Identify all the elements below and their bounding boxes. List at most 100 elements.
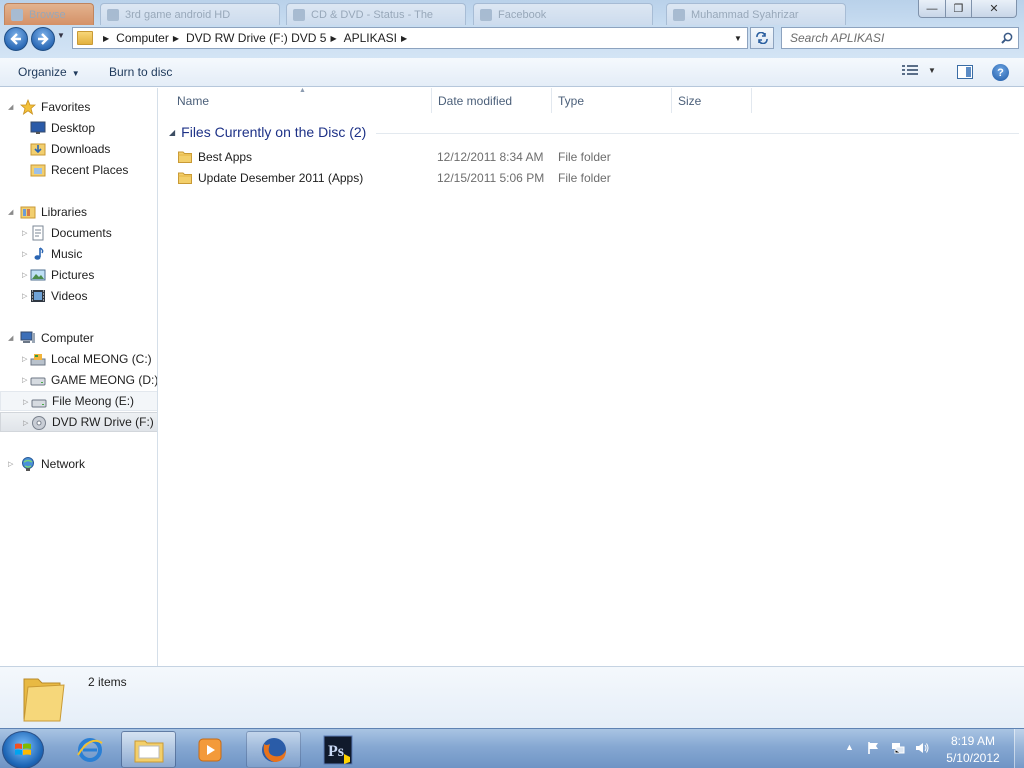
column-header-name[interactable]: ▲ Name <box>159 87 432 113</box>
expand-arrow-icon[interactable]: ▷ <box>22 271 27 279</box>
nav-computer[interactable]: ◢ Computer <box>0 328 157 348</box>
folder-icon <box>77 31 93 45</box>
forward-arrow-icon <box>38 33 49 45</box>
collapse-arrow-icon[interactable]: ◢ <box>8 334 13 342</box>
organize-button[interactable]: Organize ▼ <box>18 65 80 79</box>
expand-arrow-icon[interactable]: ▷ <box>22 250 27 258</box>
breadcrumb-arrow-icon[interactable]: ▶ <box>330 34 336 43</box>
show-hidden-icons-button[interactable]: ▲ <box>845 742 854 752</box>
column-header-size[interactable]: Size <box>672 88 752 113</box>
file-name: Update Desember 2011 (Apps) <box>198 171 364 185</box>
expand-arrow-icon[interactable]: ▷ <box>22 355 27 363</box>
taskbar-firefox[interactable] <box>246 731 301 768</box>
breadcrumb-arrow-icon[interactable]: ▶ <box>173 34 179 43</box>
tab-label: 3rd game android HD <box>125 9 231 21</box>
command-bar: Organize ▼ Burn to disc ▼ <box>0 58 1024 87</box>
sort-ascending-icon: ▲ <box>299 87 306 94</box>
address-bar[interactable]: ▶ Computer ▶ DVD RW Drive (F:) DVD 5 ▶ A… <box>72 27 748 49</box>
network-status-icon[interactable] <box>891 741 905 755</box>
taskbar-media-player[interactable] <box>182 731 237 768</box>
search-input[interactable] <box>782 31 992 45</box>
back-button[interactable] <box>4 27 28 51</box>
search-icon[interactable] <box>1001 32 1013 44</box>
firefox-icon <box>261 737 286 762</box>
expand-arrow-icon[interactable]: ▷ <box>22 229 27 237</box>
column-header-type[interactable]: Type <box>552 88 672 113</box>
volume-icon[interactable] <box>915 741 929 755</box>
nav-label: GAME MEONG (D:) <box>51 373 158 387</box>
column-label: Size <box>678 94 702 108</box>
back-arrow-icon <box>10 33 21 45</box>
nav-item-desktop[interactable]: Desktop <box>0 118 157 138</box>
close-button[interactable]: ✕ <box>971 0 1017 18</box>
nav-item-downloads[interactable]: Downloads <box>0 139 157 159</box>
drive-icon <box>31 399 47 408</box>
table-row[interactable]: Best Apps 12/12/2011 8:34 AM File folder <box>173 147 773 167</box>
action-center-flag-icon[interactable] <box>866 741 880 755</box>
nav-item-documents[interactable]: ▷ Documents <box>0 223 157 243</box>
svg-text:Ps: Ps <box>328 743 344 760</box>
nav-item-drive-c[interactable]: ▷ Local MEONG (C:) <box>0 349 157 369</box>
expand-arrow-icon[interactable]: ▷ <box>8 460 13 468</box>
details-pane: 2 items <box>0 666 1024 728</box>
preview-pane-button[interactable] <box>957 65 973 79</box>
burn-to-disc-button[interactable]: Burn to disc <box>109 65 172 79</box>
change-view-button[interactable]: ▼ <box>902 64 936 77</box>
breadcrumb-arrow-icon[interactable]: ▶ <box>103 34 109 43</box>
breadcrumb-computer[interactable]: Computer <box>116 31 169 45</box>
breadcrumb-arrow-icon[interactable]: ▶ <box>401 34 407 43</box>
expand-arrow-icon[interactable]: ▷ <box>22 376 27 384</box>
group-header[interactable]: ◢ Files Currently on the Disc (2) <box>169 124 1019 140</box>
expand-arrow-icon[interactable]: ▷ <box>23 419 28 427</box>
table-row[interactable]: Update Desember 2011 (Apps) 12/15/2011 5… <box>173 168 773 188</box>
nav-label: Music <box>51 247 83 261</box>
nav-item-drive-f[interactable]: ▷ DVD RW Drive (F:) DVD 5 <box>0 412 157 432</box>
refresh-button[interactable] <box>750 27 774 49</box>
nav-item-videos[interactable]: ▷ Videos <box>0 286 157 306</box>
background-tab: Browse <box>4 3 94 25</box>
windows-logo-icon <box>15 743 31 755</box>
column-label: Name <box>177 94 210 108</box>
nav-network[interactable]: ▷ Network <box>0 454 157 474</box>
maximize-icon: ❐ <box>953 3 964 15</box>
nav-libraries[interactable]: ◢ Libraries <box>0 202 157 222</box>
column-header-date-modified[interactable]: Date modified <box>432 88 552 113</box>
local-disk-icon <box>30 354 46 366</box>
minimize-button[interactable]: — <box>918 0 946 18</box>
forward-button[interactable] <box>31 27 55 51</box>
collapse-arrow-icon[interactable]: ◢ <box>8 103 13 111</box>
nav-item-drive-e[interactable]: ▷ File Meong (E:) <box>0 391 157 411</box>
nav-item-drive-d[interactable]: ▷ GAME MEONG (D:) <box>0 370 158 390</box>
breadcrumb-dvd-drive[interactable]: DVD RW Drive (F:) DVD 5 <box>186 31 326 45</box>
group-divider <box>376 132 1019 134</box>
column-label: Date modified <box>438 94 513 108</box>
close-icon: ✕ <box>989 3 999 15</box>
maximize-button[interactable]: ❐ <box>945 0 972 18</box>
nav-item-pictures[interactable]: ▷ Pictures <box>0 265 157 285</box>
taskbar-windows-explorer[interactable] <box>121 731 176 768</box>
show-desktop-button[interactable] <box>1014 729 1024 768</box>
collapse-arrow-icon[interactable]: ◢ <box>8 208 13 216</box>
videos-icon <box>31 290 45 302</box>
recent-pages-dropdown[interactable]: ▼ <box>57 31 67 45</box>
taskbar-internet-explorer[interactable] <box>62 731 117 768</box>
details-view-icon <box>902 65 918 75</box>
nav-label: Recent Places <box>51 163 129 177</box>
taskbar-photoshop-app[interactable]: Ps <box>310 731 365 768</box>
nav-label: Pictures <box>51 268 95 282</box>
expand-arrow-icon[interactable]: ▷ <box>22 292 27 300</box>
navigation-pane: ◢ Favorites Desktop Downloads Recent Pla… <box>0 88 158 666</box>
nav-favorites[interactable]: ◢ Favorites <box>0 97 157 117</box>
nav-label: Documents <box>51 226 112 240</box>
clock-time: 8:19 AM <box>950 734 996 748</box>
taskbar-clock[interactable]: 8:19 AM 5/10/2012 <box>938 733 1008 767</box>
chevron-down-icon: ▼ <box>928 66 936 75</box>
help-button[interactable]: ? <box>992 64 1009 81</box>
breadcrumb-aplikasi[interactable]: APLIKASI <box>344 31 397 45</box>
expand-arrow-icon[interactable]: ▷ <box>23 398 28 406</box>
nav-item-music[interactable]: ▷ Music <box>0 244 157 264</box>
nav-item-recent-places[interactable]: Recent Places <box>0 160 157 180</box>
start-button[interactable] <box>2 731 44 768</box>
collapse-arrow-icon[interactable]: ◢ <box>169 128 175 137</box>
address-history-dropdown[interactable]: ▼ <box>729 28 747 48</box>
